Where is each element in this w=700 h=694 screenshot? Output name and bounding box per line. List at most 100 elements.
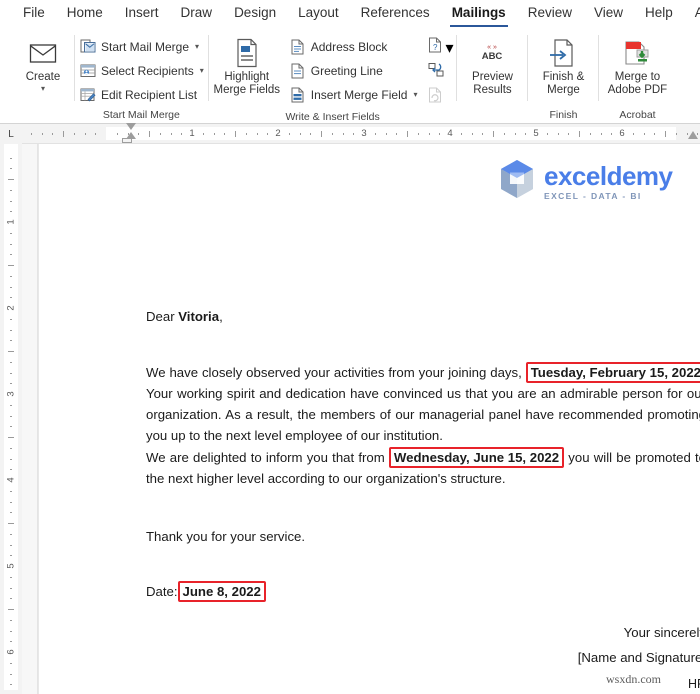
tab-acrobat[interactable]: Acrobat bbox=[684, 2, 700, 25]
ruler-tick bbox=[331, 133, 333, 135]
ruler-tick bbox=[417, 133, 419, 135]
insert-merge-field-button[interactable]: Insert Merge Field ▾ bbox=[285, 83, 422, 106]
tab-design[interactable]: Design bbox=[223, 2, 287, 25]
vertical-ruler-tick bbox=[8, 609, 14, 610]
ribbon-group-preview-results-label bbox=[457, 107, 527, 123]
update-labels-icon bbox=[428, 87, 442, 108]
ribbon-group-finish: Finish & Merge Finish bbox=[528, 29, 598, 123]
ruler-tick bbox=[170, 133, 172, 135]
ruler-tick bbox=[202, 133, 204, 135]
tab-mailings[interactable]: Mailings bbox=[441, 2, 517, 27]
address-block-button[interactable]: Address Block bbox=[285, 35, 422, 58]
ruler-number: 3 bbox=[361, 128, 367, 139]
paragraph-two: We are delighted to inform you that from… bbox=[146, 447, 700, 489]
vertical-ruler-tick bbox=[10, 469, 12, 471]
ruler-tick bbox=[321, 131, 322, 137]
tab-stop-selector[interactable]: L bbox=[0, 124, 22, 144]
ruler-number: 4 bbox=[447, 128, 453, 139]
start-mail-merge-icon bbox=[79, 38, 96, 55]
highlight-merge-fields-button[interactable]: Highlight Merge Fields bbox=[209, 33, 285, 97]
vertical-ruler-tick bbox=[10, 297, 12, 299]
ruler-tick bbox=[654, 133, 656, 135]
vertical-ruler-number: 2 bbox=[5, 305, 17, 311]
ruler-tick bbox=[600, 133, 602, 135]
word-window: File Home Insert Draw Design Layout Refe… bbox=[0, 0, 700, 694]
ruler-tick bbox=[428, 133, 430, 135]
rules-icon: ? bbox=[428, 37, 442, 58]
tab-view[interactable]: View bbox=[583, 2, 634, 25]
ruler-tick bbox=[611, 133, 613, 135]
vertical-ruler-tick bbox=[10, 533, 12, 535]
paragraph-one-text-after: Your working spirit and dedication have … bbox=[146, 386, 700, 443]
address-block-label: Address Block bbox=[310, 39, 388, 54]
right-indent-marker[interactable] bbox=[688, 131, 698, 139]
merge-to-adobe-pdf-button[interactable]: Merge to Adobe PDF bbox=[599, 33, 675, 97]
tab-file[interactable]: File bbox=[12, 2, 56, 25]
rules-button[interactable]: ? ▾ bbox=[425, 36, 456, 59]
chevron-down-icon[interactable]: ▾ bbox=[41, 84, 45, 93]
chevron-down-icon[interactable]: ▾ bbox=[445, 38, 453, 58]
select-recipients-button[interactable]: Select Recipients ▾ bbox=[75, 59, 208, 82]
edit-recipient-list-icon bbox=[79, 86, 96, 103]
vertical-ruler-tick bbox=[10, 404, 12, 406]
tab-help[interactable]: Help bbox=[634, 2, 684, 25]
tab-insert[interactable]: Insert bbox=[114, 2, 170, 25]
tab-draw[interactable]: Draw bbox=[170, 2, 224, 25]
address-block-icon bbox=[289, 38, 306, 55]
preview-results-button[interactable]: « » ABC Preview Results ▾ bbox=[457, 33, 527, 97]
document-page[interactable]: exceldemy EXCEL - DATA - BI Dear Vitoria… bbox=[38, 144, 700, 694]
ruler-tick bbox=[503, 133, 505, 135]
greeting-line-label: Greeting Line bbox=[310, 63, 383, 78]
merge-field-joining-date: Tuesday, February 15, 2022 bbox=[525, 362, 700, 383]
ruler-tick bbox=[84, 133, 86, 135]
create-button[interactable]: Create ▾ bbox=[12, 33, 74, 93]
thanks-line: Thank you for your service. bbox=[146, 529, 306, 544]
ribbon-group-acrobat-label: Acrobat bbox=[619, 109, 656, 121]
finish-and-merge-button[interactable]: Finish & Merge bbox=[528, 33, 598, 97]
ruler-number: 1 bbox=[189, 128, 195, 139]
horizontal-ruler-track[interactable]: 1 2 3 4 5 6 bbox=[22, 123, 700, 144]
ribbon-group-write-insert-fields: Highlight Merge Fields Address Block Gre… bbox=[209, 29, 457, 123]
vertical-ruler-tick bbox=[10, 598, 12, 600]
greeting-line-button[interactable]: Greeting Line bbox=[285, 59, 422, 82]
vertical-ruler-tick bbox=[10, 555, 12, 557]
chevron-down-icon[interactable]: ▾ bbox=[413, 90, 417, 99]
ruler-tick bbox=[310, 133, 312, 135]
start-mail-merge-button[interactable]: Start Mail Merge ▾ bbox=[75, 35, 208, 58]
ruler-number: 6 bbox=[619, 128, 625, 139]
ruler-tick bbox=[385, 133, 387, 135]
horizontal-ruler[interactable]: L 1 2 3 4 5 6 bbox=[0, 123, 700, 144]
left-indent-marker[interactable] bbox=[122, 138, 132, 143]
vertical-ruler-tick bbox=[10, 211, 12, 213]
chevron-down-icon[interactable]: ▾ bbox=[195, 42, 199, 51]
closing-line: Your sincerely bbox=[623, 625, 700, 640]
vertical-ruler[interactable]: 1 2 3 4 5 6 bbox=[0, 144, 22, 694]
ruler-tick bbox=[63, 131, 64, 137]
ruler-tick bbox=[138, 133, 140, 135]
ruler-tick bbox=[73, 133, 75, 135]
tab-references[interactable]: References bbox=[350, 2, 441, 25]
vertical-ruler-tick bbox=[10, 630, 12, 632]
merge-field-letter-date: June 8, 2022 bbox=[177, 581, 266, 602]
tab-layout[interactable]: Layout bbox=[287, 2, 350, 25]
date-line: Date: June 8, 2022 bbox=[146, 581, 266, 602]
tab-review[interactable]: Review bbox=[517, 2, 583, 25]
vertical-ruler-tick bbox=[10, 340, 12, 342]
chevron-down-icon[interactable]: ▾ bbox=[200, 66, 204, 75]
tab-home[interactable]: Home bbox=[56, 2, 114, 25]
select-recipients-label: Select Recipients bbox=[101, 63, 194, 78]
first-line-indent-marker[interactable] bbox=[126, 123, 136, 130]
ruler-tick bbox=[407, 131, 408, 137]
document-canvas[interactable]: exceldemy EXCEL - DATA - BI Dear Vitoria… bbox=[22, 144, 700, 694]
salutation-suffix: , bbox=[219, 309, 223, 324]
vertical-ruler-tick bbox=[10, 415, 12, 417]
vertical-ruler-number: 5 bbox=[5, 563, 17, 569]
vertical-ruler-tick bbox=[8, 523, 14, 524]
exceldemy-wordmark: exceldemy bbox=[544, 160, 673, 191]
vertical-ruler-number: 4 bbox=[5, 477, 17, 483]
match-fields-button[interactable] bbox=[425, 61, 456, 84]
edit-recipient-list-button[interactable]: Edit Recipient List bbox=[75, 83, 208, 106]
ribbon-group-write-insert-fields-label: Write & Insert Fields bbox=[285, 111, 380, 123]
ruler-tick bbox=[256, 133, 258, 135]
merge-to-adobe-pdf-label: Merge to Adobe PDF bbox=[607, 71, 668, 96]
